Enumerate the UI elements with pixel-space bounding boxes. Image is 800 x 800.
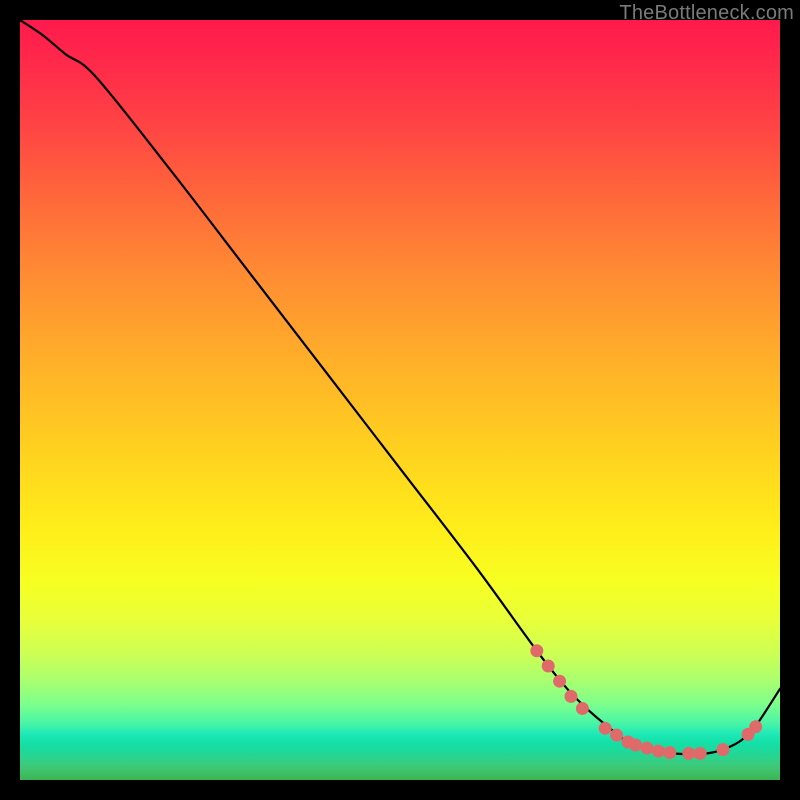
data-marker (629, 739, 642, 752)
data-markers (530, 644, 762, 760)
data-marker (565, 690, 578, 703)
data-marker (542, 660, 555, 673)
data-marker (553, 675, 566, 688)
data-marker (610, 729, 623, 742)
data-marker (749, 720, 762, 733)
data-marker (682, 747, 695, 760)
data-marker (694, 747, 707, 760)
data-marker (576, 702, 589, 715)
data-marker (599, 722, 612, 735)
data-marker (717, 743, 730, 756)
data-marker (663, 746, 676, 759)
data-marker (530, 644, 543, 657)
curve-svg (20, 20, 780, 780)
data-marker (641, 742, 654, 755)
data-marker (652, 745, 665, 758)
plot-area (20, 20, 780, 780)
bottleneck-curve (20, 20, 780, 754)
chart-stage: TheBottleneck.com (0, 0, 800, 800)
